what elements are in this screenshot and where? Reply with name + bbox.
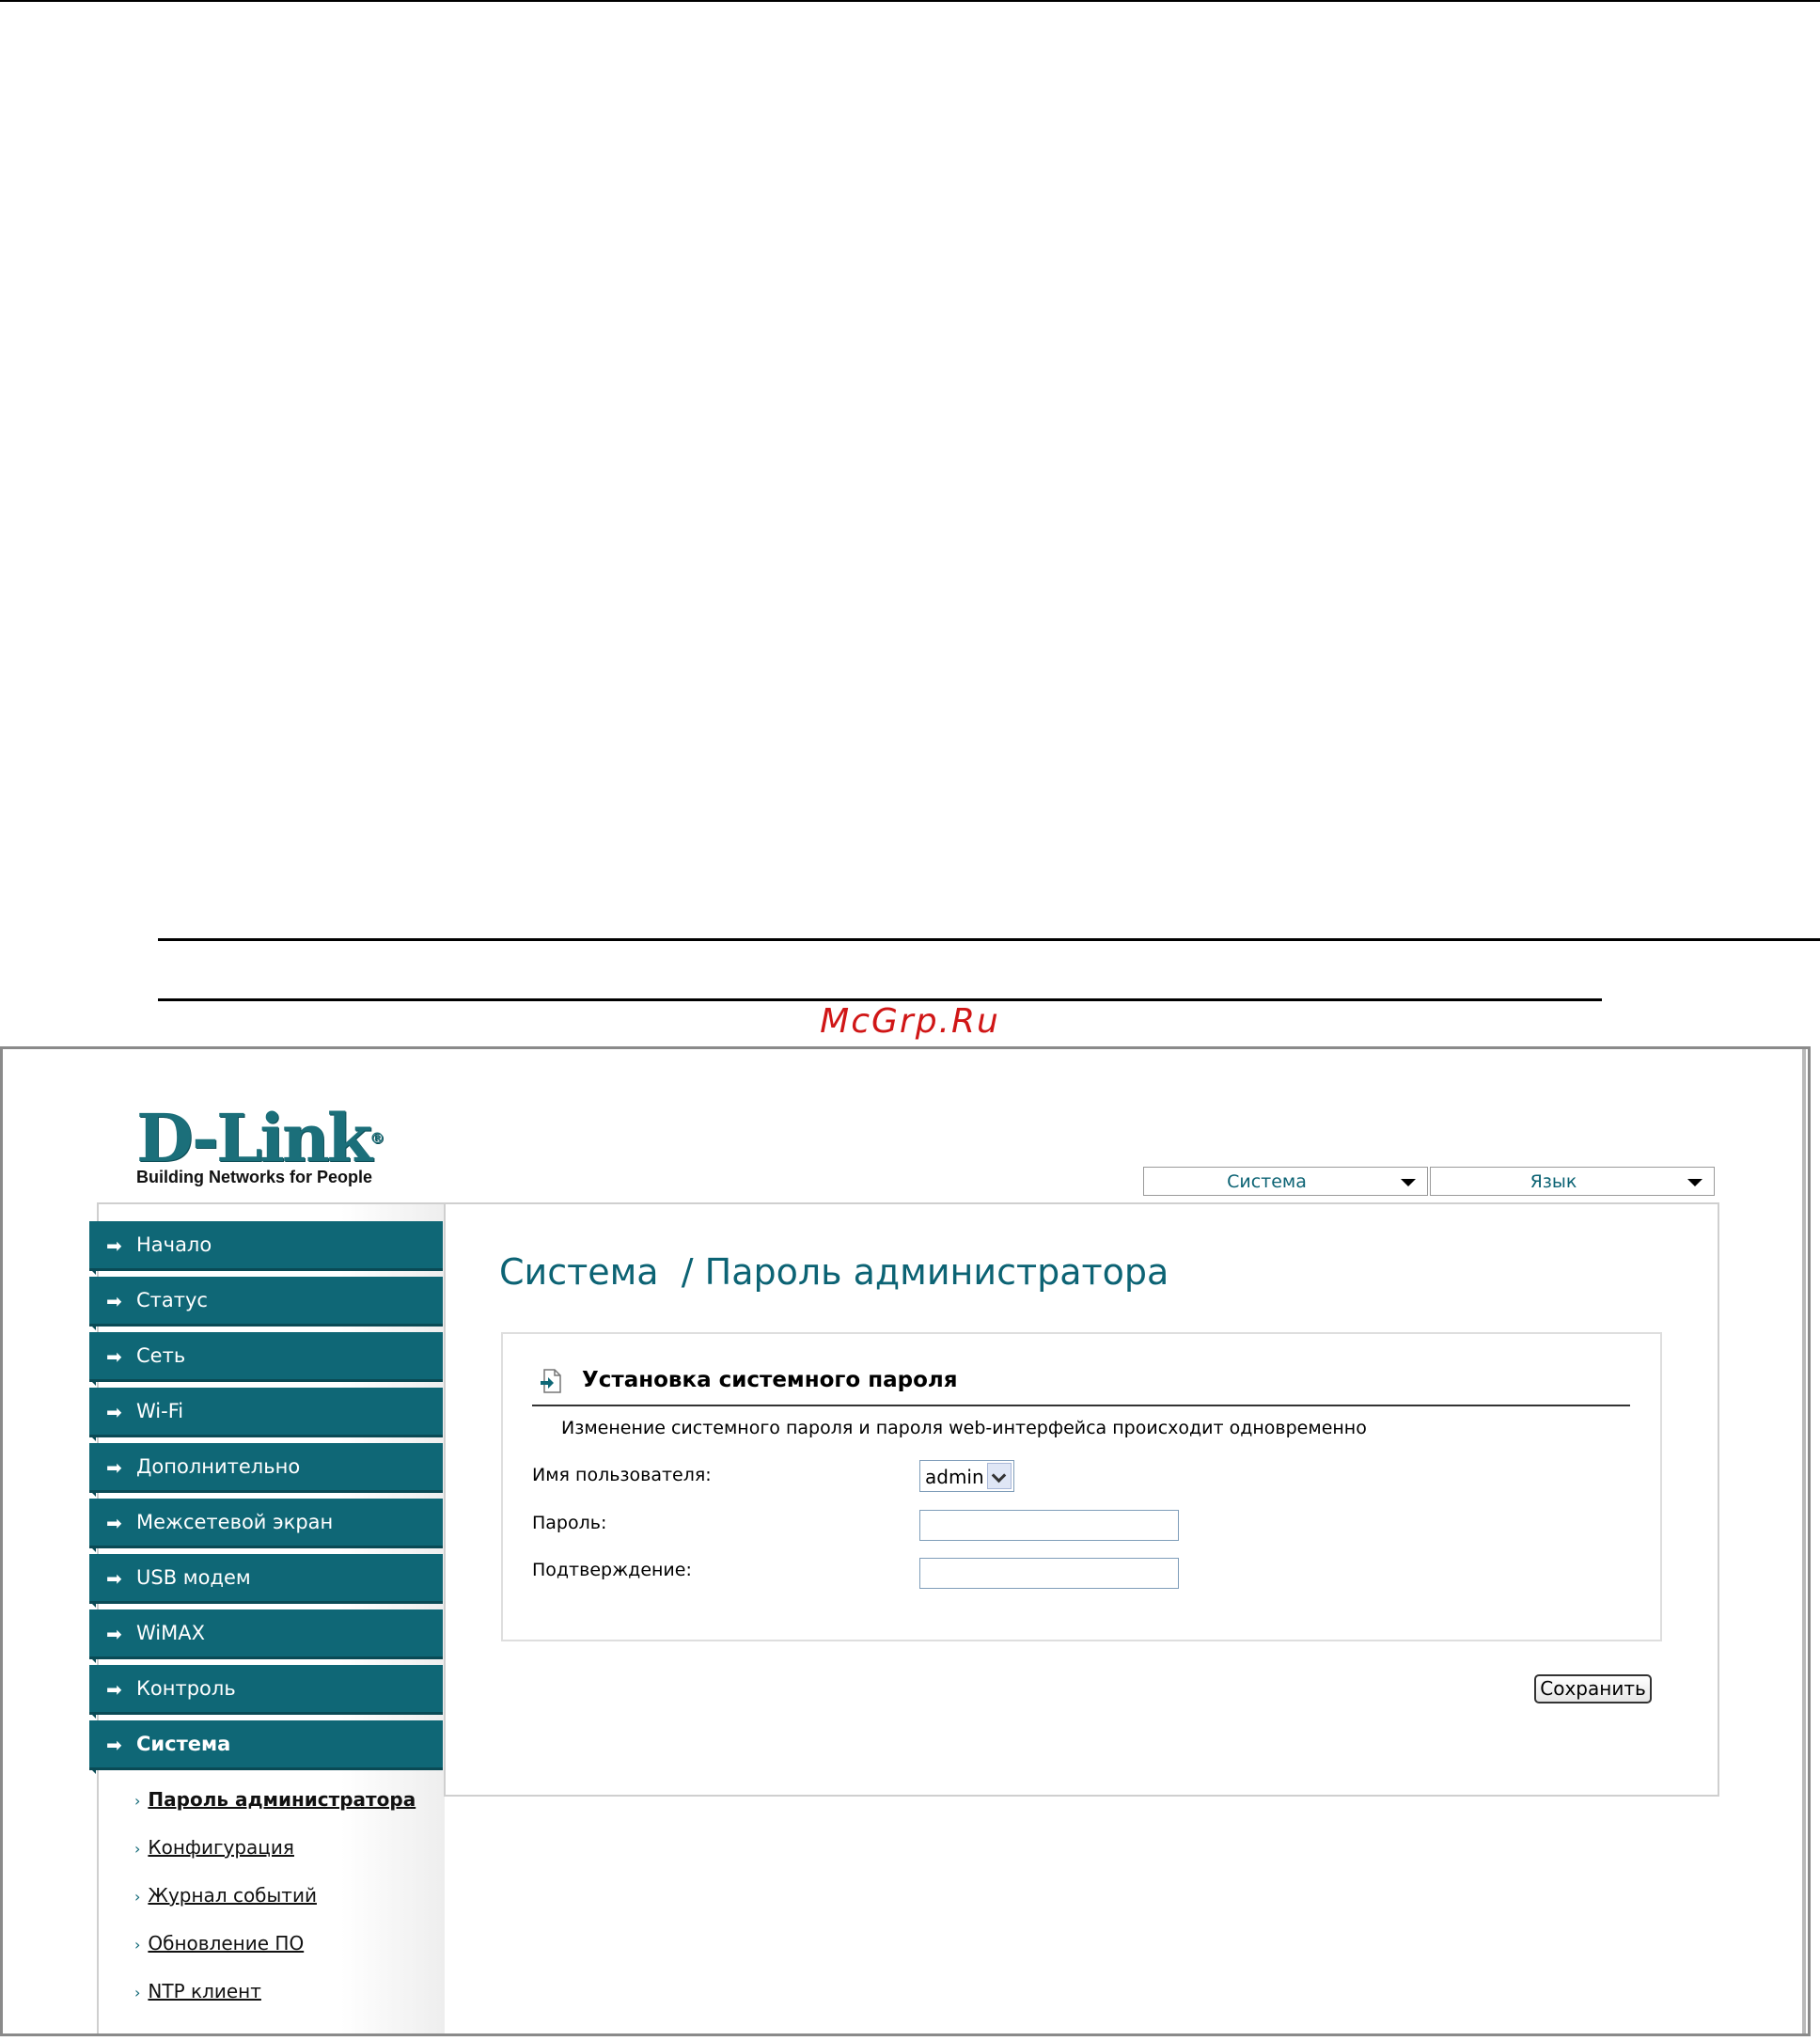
arrow-right-icon: ➡ (106, 1734, 122, 1756)
arrow-right-icon: ➡ (106, 1678, 122, 1701)
nav-item-label: Статус (136, 1289, 208, 1311)
section-divider (532, 1405, 1630, 1406)
arrow-right-icon: ➡ (106, 1512, 122, 1534)
subnav-item-firmware-update[interactable]: › Обновление ПО (134, 1932, 304, 1955)
dlink-logo: D-Link® Building Networks for People (136, 1099, 385, 1187)
bullet-icon: › (134, 1888, 141, 1906)
top-menu-system-label: Система (1227, 1171, 1307, 1192)
nav-item-label: Межсетевой экран (136, 1511, 334, 1533)
nav-item-usb-modem[interactable]: ➡ USB модем (89, 1554, 443, 1608)
nav-item-label: Система (136, 1733, 231, 1755)
subnav-item-admin-password[interactable]: › Пароль администратора (134, 1788, 416, 1811)
top-menu-language[interactable]: Язык (1430, 1167, 1715, 1196)
top-border-line (0, 0, 1820, 2)
nav-item-advanced[interactable]: ➡ Дополнительно (89, 1443, 443, 1497)
arrow-right-icon: ➡ (106, 1234, 122, 1257)
subnav-item-event-log[interactable]: › Журнал событий (134, 1884, 317, 1907)
username-select[interactable]: admin (919, 1460, 1014, 1492)
nav-item-control[interactable]: ➡ Контроль (89, 1665, 443, 1719)
section-description: Изменение системного пароля и пароля web… (561, 1418, 1367, 1438)
nav-item-wifi[interactable]: ➡ Wi-Fi (89, 1388, 443, 1441)
username-label: Имя пользователя: (532, 1465, 712, 1485)
bullet-icon: › (134, 1840, 141, 1858)
footnote-rule-1 (158, 938, 1820, 941)
nav-item-network[interactable]: ➡ Сеть (89, 1332, 443, 1386)
subnav-item-configuration[interactable]: › Конфигурация (134, 1836, 294, 1859)
nav-item-status[interactable]: ➡ Статус (89, 1277, 443, 1330)
arrow-right-icon: ➡ (106, 1623, 122, 1645)
top-menu-system[interactable]: Система (1143, 1167, 1428, 1196)
watermark: McGrp.Ru (820, 1002, 1000, 1041)
nav-item-label: Контроль (136, 1677, 236, 1700)
top-menu-language-label: Язык (1530, 1171, 1577, 1192)
arrow-right-icon: ➡ (106, 1290, 122, 1312)
password-input[interactable] (919, 1510, 1179, 1541)
router-screenshot: D-Link® Building Networks for People Сис… (0, 1046, 1811, 2036)
nav-item-firewall[interactable]: ➡ Межсетевой экран (89, 1499, 443, 1552)
subnav-item-ntp-client[interactable]: › NTP клиент (134, 1980, 261, 2002)
arrow-right-icon: ➡ (106, 1456, 122, 1479)
footnote-rule-2 (158, 998, 1602, 1001)
nav-item-label: Дополнительно (136, 1455, 301, 1478)
chevron-down-icon (1401, 1179, 1416, 1186)
username-value: admin (925, 1466, 984, 1488)
nav-item-label: WiMAX (136, 1622, 206, 1644)
confirm-password-input[interactable] (919, 1558, 1179, 1589)
nav-item-label: Wi-Fi (136, 1400, 184, 1422)
arrow-right-icon: ➡ (106, 1345, 122, 1368)
chevron-down-icon[interactable] (987, 1463, 1012, 1489)
subnav-item-label: NTP клиент (148, 1980, 261, 2002)
bullet-icon: › (134, 1936, 141, 1954)
subnav-item-label: Конфигурация (148, 1836, 294, 1859)
page-title: Система / Пароль администратора (499, 1251, 1169, 1293)
chevron-down-icon (1687, 1179, 1702, 1186)
bullet-icon: › (134, 1792, 141, 1810)
nav-item-system[interactable]: ➡ Система (89, 1720, 443, 1774)
logo-brand: D-Link (136, 1099, 372, 1177)
arrow-right-icon: ➡ (106, 1567, 122, 1590)
nav-item-label: Начало (136, 1233, 212, 1256)
subnav-item-label: Журнал событий (148, 1884, 317, 1907)
nav-item-label: USB модем (136, 1566, 251, 1589)
nav-item-home[interactable]: ➡ Начало (89, 1221, 443, 1275)
bullet-icon: › (134, 1984, 141, 2002)
nav-item-label: Сеть (136, 1344, 186, 1367)
subnav-item-label: Пароль администратора (148, 1788, 416, 1811)
confirm-label: Подтверждение: (532, 1560, 692, 1580)
subnav-item-label: Обновление ПО (148, 1932, 305, 1955)
section-title: Установка системного пароля (582, 1368, 958, 1392)
nav-item-wimax[interactable]: ➡ WiMAX (89, 1609, 443, 1663)
document-arrow-icon (541, 1369, 561, 1393)
arrow-right-icon: ➡ (106, 1401, 122, 1423)
save-button[interactable]: Сохранить (1534, 1674, 1652, 1703)
password-label: Пароль: (532, 1513, 607, 1533)
logo-tagline: Building Networks for People (136, 1168, 373, 1186)
